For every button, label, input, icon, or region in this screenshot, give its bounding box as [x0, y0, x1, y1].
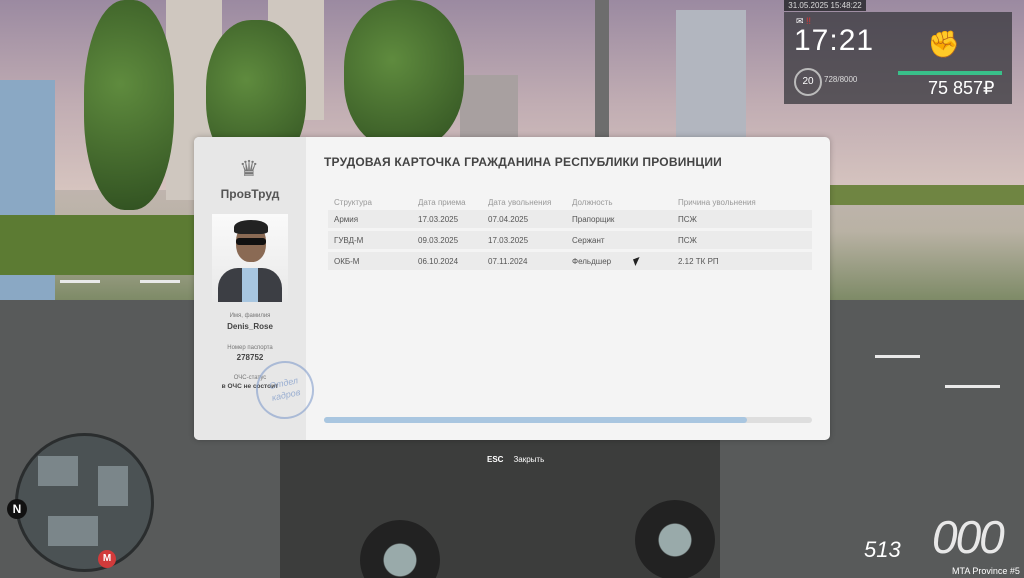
avatar-hair [234, 220, 268, 234]
server-name: MTA Province #5 [952, 566, 1020, 576]
cell-hire-date: 17.03.2025 [412, 210, 482, 228]
org-name: ПровТруд [220, 187, 280, 201]
map-block [48, 516, 98, 546]
hud-date: 31.05.2025 15:48:22 [784, 0, 866, 11]
lane-marking [140, 280, 180, 283]
minimap[interactable] [15, 433, 154, 572]
north-marker-icon: N [7, 499, 27, 519]
eagle-emblem-icon: ♛ [239, 156, 259, 181]
table-header: Структура Дата приема Дата увольнения До… [328, 197, 812, 207]
cell-dismiss-date: 17.03.2025 [482, 231, 566, 249]
cell-dismiss-date: 07.11.2024 [482, 252, 566, 270]
close-hint[interactable]: ESC Закрыть [487, 455, 544, 464]
cell-hire-date: 06.10.2024 [412, 252, 482, 270]
building [676, 10, 746, 140]
cell-structure: ОКБ-М [328, 252, 412, 270]
close-label: Закрыть [513, 455, 545, 464]
cell-position: Фельдшер [566, 252, 672, 270]
metro-marker-icon: M [98, 550, 116, 568]
building [460, 75, 518, 140]
hud-time: 17:21 [794, 24, 875, 57]
xp-counter: 728/8000 [824, 75, 858, 84]
level-badge: 20 [794, 68, 822, 96]
tree [84, 0, 174, 210]
table-row[interactable]: ГУВД-М 09.03.2025 17.03.2025 Сержант ПСЖ [328, 231, 812, 249]
cell-dismiss-date: 07.04.2025 [482, 210, 566, 228]
table-row[interactable]: Армия 17.03.2025 07.04.2025 Прапорщик ПС… [328, 210, 812, 228]
speedometer: 000 [932, 511, 1005, 563]
grass [830, 185, 1024, 205]
grass [0, 215, 200, 275]
column-header: Причина увольнения [678, 197, 756, 207]
column-header: Дата увольнения [488, 197, 552, 207]
avatar-shirt [242, 268, 258, 302]
tree [344, 0, 464, 150]
cell-structure: ГУВД-М [328, 231, 412, 249]
employment-table: Структура Дата приема Дата увольнения До… [328, 194, 812, 273]
money-display: 75 857₽ [928, 78, 995, 98]
avatar [212, 214, 288, 302]
cell-position: Сержант [566, 231, 672, 249]
cell-reason: ПСЖ [672, 231, 812, 249]
truck-wheel [635, 500, 715, 578]
column-header: Дата приема [418, 197, 466, 207]
avatar-glasses [236, 238, 266, 245]
lane-marking [945, 385, 1000, 388]
cell-reason: ПСЖ [672, 210, 812, 228]
map-block [98, 466, 128, 506]
cell-position: Прапорщик [566, 210, 672, 228]
name-label: Имя, фамилия [229, 313, 271, 319]
cell-reason: 2.12 ТК РП [672, 252, 812, 270]
fist-icon: ✊ [927, 29, 961, 59]
scrollbar-thumb[interactable] [324, 417, 747, 423]
cell-structure: Армия [328, 210, 412, 228]
cell-hire-date: 09.03.2025 [412, 231, 482, 249]
fuel-indicator: 513 [864, 537, 901, 562]
building [595, 0, 609, 140]
name-value: Denis_Rose [227, 322, 273, 331]
hr-stamp: Отдел кадров [250, 355, 320, 425]
column-header: Должность [572, 197, 613, 207]
card-title: ТРУДОВАЯ КАРТОЧКА ГРАЖДАНИНА РЕСПУБЛИКИ … [324, 155, 722, 169]
profile-sidebar: ♛ ПровТруд Имя, фамилия Denis_Rose Номер… [194, 137, 320, 440]
horizontal-scrollbar[interactable] [324, 417, 812, 423]
map-block [38, 456, 78, 486]
column-header: Структура [334, 197, 372, 207]
health-bar [898, 71, 1002, 75]
lane-marking [875, 355, 920, 358]
employment-card-modal: ♛ ПровТруд Имя, фамилия Denis_Rose Номер… [194, 137, 830, 440]
esc-key: ESC [487, 455, 504, 464]
passport-label: Номер паспорта [227, 345, 273, 351]
table-row[interactable]: ОКБ-М 06.10.2024 07.11.2024 Фельдшер 2.1… [328, 252, 812, 270]
lane-marking [60, 280, 100, 283]
